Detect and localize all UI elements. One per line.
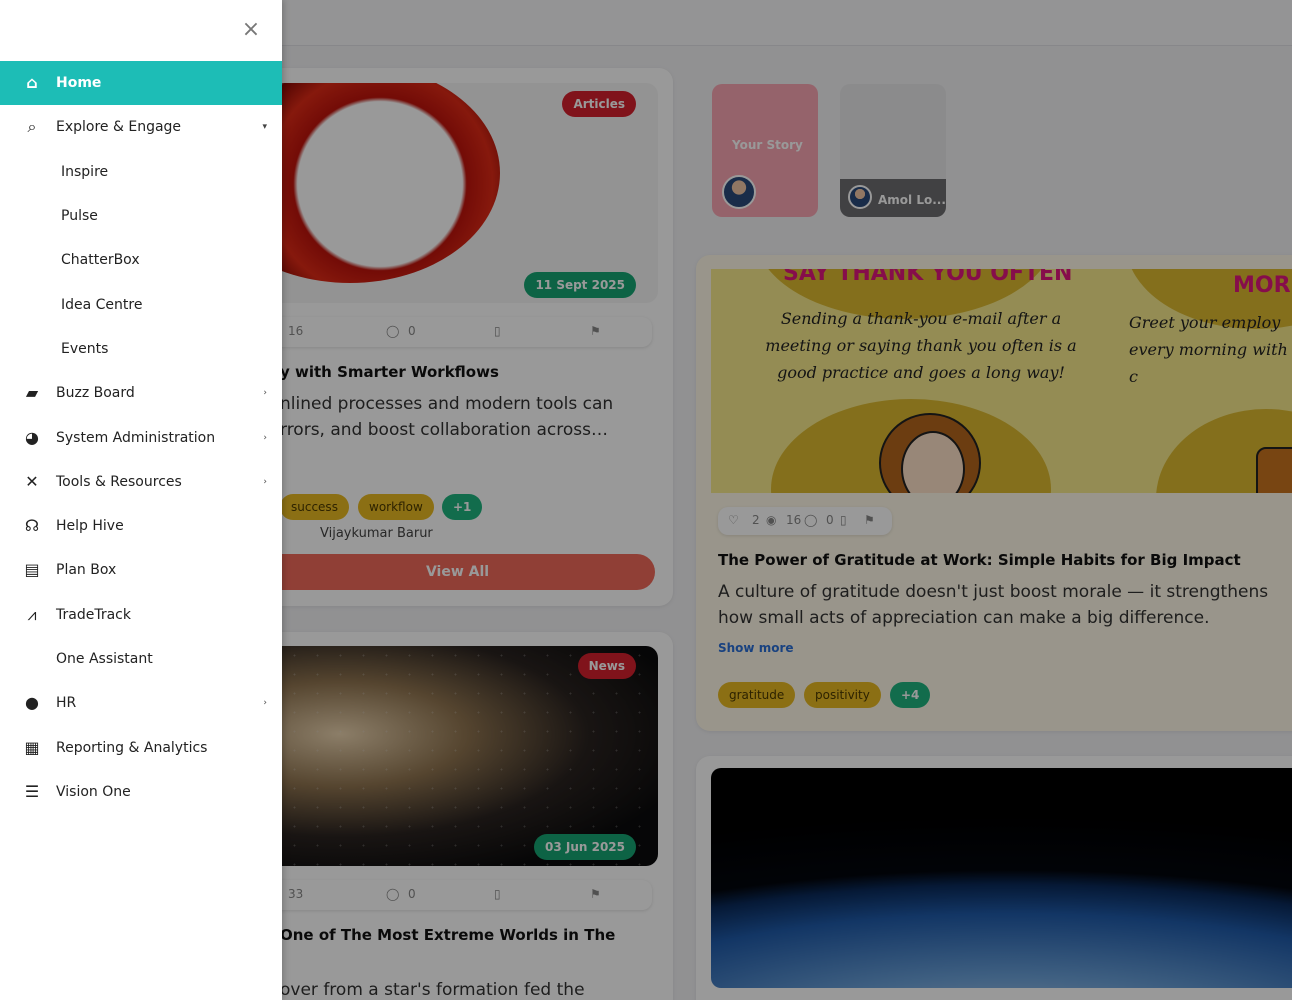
sidebar-item-pulse[interactable]: Pulse bbox=[0, 194, 282, 238]
chevron-right-icon[interactable]: › bbox=[263, 698, 267, 708]
sidebar-item-label: Plan Box bbox=[56, 562, 117, 579]
chat-bubbles-icon: ▰ bbox=[25, 383, 39, 403]
sidebar-item-hr[interactable]: ● HR › bbox=[0, 681, 282, 725]
tools-icon: ✕ bbox=[25, 471, 39, 491]
sidebar-item-label: Events bbox=[61, 340, 109, 357]
sidebar-item-label: One Assistant bbox=[56, 651, 153, 667]
sidebar-item-explore-engage[interactable]: ⌕ Explore & Engage ▾ bbox=[0, 105, 282, 149]
sidebar-item-chatterbox[interactable]: ChatterBox bbox=[0, 238, 282, 282]
sidebar-item-plan-box[interactable]: ▤ Plan Box bbox=[0, 548, 282, 592]
sidebar-item-label: ChatterBox bbox=[61, 252, 140, 269]
sidebar-item-label: Explore & Engage bbox=[56, 119, 182, 136]
sidebar-item-one-assistant[interactable]: One Assistant bbox=[0, 637, 282, 681]
trending-chart-icon: ⩘ bbox=[27, 604, 37, 624]
sidebar-item-label: Inspire bbox=[61, 163, 109, 180]
sidebar-item-label: Tools & Resources bbox=[56, 473, 182, 490]
sidebar-item-idea-centre[interactable]: Idea Centre bbox=[0, 282, 282, 326]
home-icon: ⌂ bbox=[26, 73, 38, 93]
chevron-down-icon[interactable]: ▾ bbox=[262, 122, 267, 132]
sidebar-item-tradetrack[interactable]: ⩘ TradeTrack bbox=[0, 593, 282, 637]
sidebar-item-reporting-analytics[interactable]: ▦ Reporting & Analytics bbox=[0, 725, 282, 769]
sidebar-item-label: Help Hive bbox=[56, 518, 124, 535]
sidebar-item-tools-resources[interactable]: ✕ Tools & Resources › bbox=[0, 460, 282, 504]
sidebar-item-home[interactable]: ⌂ Home bbox=[0, 61, 282, 106]
globe-icon: ◕ bbox=[25, 427, 39, 447]
nav-menu: ⌂ Home ⌕ Explore & Engage ▾ Inspire Pulse Chatt… bbox=[0, 61, 282, 814]
search-icon: ⌕ bbox=[27, 117, 37, 137]
sidebar-item-events[interactable]: Events bbox=[0, 327, 282, 371]
sidebar-item-label: HR bbox=[56, 695, 77, 712]
sidebar-item-system-administration[interactable]: ◕ System Administration › bbox=[0, 415, 282, 459]
sidebar-item-label: Home bbox=[56, 75, 102, 92]
chevron-right-icon[interactable]: › bbox=[263, 388, 267, 398]
sidebar-item-label: Buzz Board bbox=[56, 385, 135, 402]
sidebar-item-label: System Administration bbox=[56, 429, 216, 446]
nav-drawer: × ⌂ Home ⌕ Explore & Engage ▾ Inspire Pulse Cha… bbox=[0, 0, 282, 1000]
sidebar-item-label: Idea Centre bbox=[61, 296, 143, 313]
sidebar-item-label: TradeTrack bbox=[56, 606, 131, 623]
sidebar-item-label: Reporting & Analytics bbox=[56, 739, 208, 756]
sidebar-item-help-hive[interactable]: ☊ Help Hive bbox=[0, 504, 282, 548]
sidebar-item-label: Vision One bbox=[56, 783, 131, 800]
document-icon: ▦ bbox=[24, 737, 40, 757]
person-icon: ● bbox=[25, 693, 39, 713]
chevron-right-icon[interactable]: › bbox=[263, 477, 267, 487]
checklist-icon: ☰ bbox=[24, 781, 40, 801]
clipboard-icon: ▤ bbox=[24, 560, 40, 580]
sidebar-item-label: Pulse bbox=[61, 208, 98, 225]
sidebar-item-inspire[interactable]: Inspire bbox=[0, 150, 282, 194]
sidebar-item-vision-one[interactable]: ☰ Vision One bbox=[0, 770, 282, 814]
close-icon[interactable]: × bbox=[240, 19, 262, 41]
chevron-right-icon[interactable]: › bbox=[263, 433, 267, 443]
sidebar-item-buzz-board[interactable]: ▰ Buzz Board › bbox=[0, 371, 282, 415]
headset-icon: ☊ bbox=[24, 516, 40, 536]
